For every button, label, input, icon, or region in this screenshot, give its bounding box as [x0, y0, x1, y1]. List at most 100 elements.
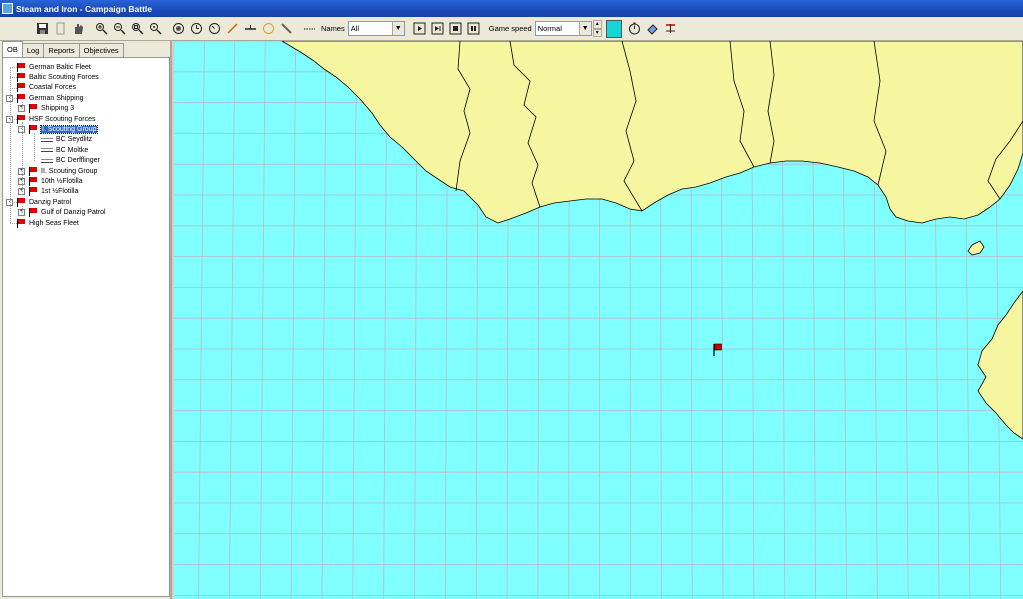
ship-icon	[41, 137, 53, 142]
flag-icon[interactable]	[713, 343, 722, 356]
names-value: All	[350, 24, 360, 33]
grid-line	[321, 41, 327, 599]
tree-node[interactable]: BC Seydlitz	[41, 135, 92, 145]
tree-node-label: BC Moltke	[56, 146, 89, 154]
tree-node[interactable]: BC Derfflinger	[41, 156, 100, 166]
land-east	[977, 290, 1023, 440]
tree-node[interactable]: Gulf of Danzig Patrol	[29, 208, 106, 218]
clock-icon[interactable]	[188, 20, 205, 37]
tree-node[interactable]: Baltic Scouting Forces	[17, 72, 99, 82]
pencil-icon[interactable]	[278, 20, 295, 37]
tree-node[interactable]: I. Scouting Group	[29, 124, 99, 134]
tree-node[interactable]: Coastal Forces	[17, 83, 76, 93]
pause-icon[interactable]	[447, 20, 464, 37]
flag-icon	[29, 187, 38, 197]
tree-line	[10, 87, 17, 89]
tab-ob[interactable]: OB	[2, 41, 23, 57]
grid-line	[290, 41, 296, 599]
grid-line	[352, 41, 357, 599]
tree-node[interactable]: Danzig Patrol	[17, 197, 71, 207]
flag-icon	[29, 104, 38, 114]
tree-node[interactable]: BC Moltke	[41, 145, 88, 155]
tab-log[interactable]: Log	[21, 43, 45, 57]
game-speed-dropdown[interactable]: Normal ▼	[534, 21, 592, 36]
course-icon[interactable]	[242, 20, 259, 37]
tree-line	[34, 132, 35, 161]
clock-alt-icon[interactable]	[206, 20, 223, 37]
game-speed-label: Game speed	[488, 24, 532, 33]
spin-up-icon[interactable]: ▲	[592, 20, 602, 29]
tree-line	[10, 67, 17, 68]
app-icon	[2, 3, 13, 14]
tree-line	[10, 67, 11, 223]
tree-node[interactable]: German Shipping	[17, 93, 83, 103]
tree-node[interactable]: 10th ½Flotilla	[29, 176, 83, 186]
island	[967, 240, 985, 256]
tree-node-label: HSF Scouting Forces	[29, 115, 96, 123]
zoom-fit-icon[interactable]	[129, 20, 146, 37]
hand-icon[interactable]	[70, 20, 87, 37]
ob-tree: German Baltic Fleet Baltic Scouting Force…	[2, 57, 170, 597]
tree-node-label: High Seas Fleet	[29, 219, 79, 227]
tree-node[interactable]: 1st ½Flotilla	[29, 187, 78, 197]
tree-line	[10, 119, 17, 120]
tree-node-label: Shipping 3	[41, 105, 75, 113]
color-swatch[interactable]	[605, 19, 622, 38]
chevron-down-icon[interactable]: ▼	[391, 22, 404, 35]
zoom-out-icon[interactable]	[111, 20, 128, 37]
land-mass	[281, 41, 1023, 224]
flag-icon	[29, 166, 38, 176]
ship-icon	[41, 158, 53, 163]
tree-line	[10, 77, 17, 79]
dotted-line-icon[interactable]	[301, 20, 318, 37]
panel-tabs: OB Log Reports Objectives	[0, 41, 170, 57]
flag-icon	[29, 208, 38, 218]
flag-icon	[17, 62, 26, 72]
zoom-in-icon[interactable]	[93, 20, 110, 37]
grid-line	[198, 41, 205, 599]
tree-node-label: Coastal Forces	[29, 84, 77, 92]
grid-line	[259, 41, 266, 599]
speed-spinner[interactable]: ▲ ▼	[592, 20, 602, 37]
play-icon[interactable]	[411, 20, 428, 37]
tree-node[interactable]: II. Scouting Group	[29, 166, 97, 176]
flag-icon	[17, 83, 26, 93]
spin-down-icon[interactable]: ▼	[592, 28, 602, 37]
flag-icon	[29, 176, 38, 186]
line-icon[interactable]	[224, 20, 241, 37]
tree-node-label: Baltic Scouting Forces	[29, 73, 99, 81]
document-icon[interactable]	[52, 20, 69, 37]
tab-reports[interactable]: Reports	[43, 43, 80, 57]
circle-icon[interactable]	[260, 20, 277, 37]
ship-icon	[41, 148, 53, 153]
flag-icon	[17, 218, 26, 228]
tree-node-label: BC Derfflinger	[56, 157, 100, 165]
map-canvas[interactable]	[174, 41, 1023, 599]
anchor-icon[interactable]	[662, 20, 679, 37]
tree-node-label: Danzig Patrol	[29, 198, 72, 206]
step-icon[interactable]	[429, 20, 446, 37]
tree-node-label: German Baltic Fleet	[29, 63, 91, 71]
tree-line	[22, 122, 23, 192]
eraser-icon[interactable]	[644, 20, 661, 37]
map-svg[interactable]	[174, 41, 1023, 599]
timer-icon[interactable]	[626, 20, 643, 37]
grid-line	[228, 41, 236, 599]
tree-node[interactable]: Shipping 3	[29, 104, 74, 114]
tree-node-label: BC Seydlitz	[56, 136, 93, 144]
tree-node[interactable]: German Baltic Fleet	[17, 62, 91, 72]
tree-line	[10, 223, 17, 224]
tree-node-label: Gulf of Danzig Patrol	[41, 209, 106, 217]
stop-icon[interactable]	[465, 20, 482, 37]
save-icon[interactable]	[34, 20, 51, 37]
coastline	[281, 41, 1023, 440]
tab-objectives[interactable]: Objectives	[78, 43, 124, 57]
target-icon[interactable]	[170, 20, 187, 37]
tree-node-label: 10th ½Flotilla	[41, 177, 83, 185]
tree-node-label: 1st ½Flotilla	[41, 188, 79, 196]
tree-node[interactable]: High Seas Fleet	[17, 218, 79, 228]
tree-node[interactable]: HSF Scouting Forces	[17, 114, 96, 124]
names-dropdown[interactable]: All ▼	[347, 21, 405, 36]
chevron-down-icon[interactable]: ▼	[578, 22, 591, 35]
zoom-area-icon[interactable]	[147, 20, 164, 37]
